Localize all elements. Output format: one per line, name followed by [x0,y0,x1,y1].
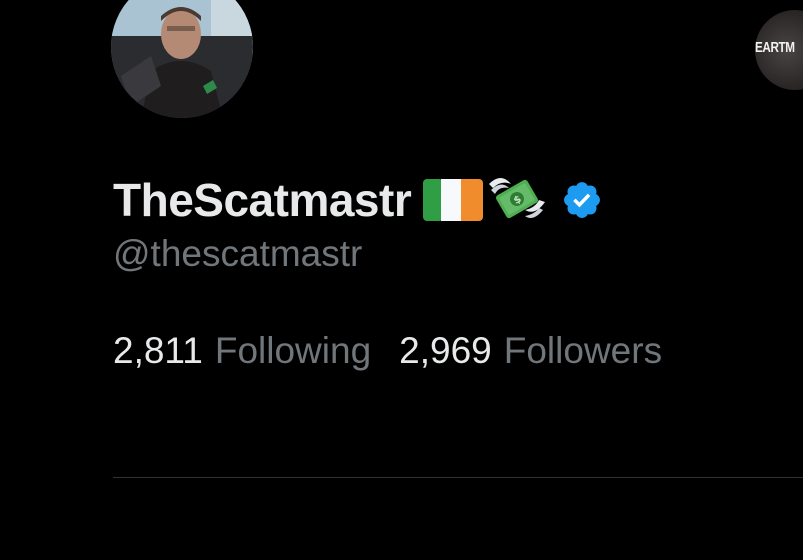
user-handle: @thescatmastr [113,233,363,274]
following-link[interactable]: 2,811 Following [113,330,371,372]
following-count: 2,811 [113,330,203,371]
followers-count: 2,969 [399,330,492,371]
verified-badge-icon[interactable] [561,179,603,226]
display-name: TheScatmastr [113,174,412,226]
section-divider [113,477,803,478]
profile-photo [111,0,253,118]
money-with-wings-icon: $ [487,172,547,231]
side-avatar[interactable]: EARTM [755,10,803,90]
display-name-row: TheScatmastr $ [113,170,603,230]
follow-stats: 2,811 Following 2,969 Followers [113,330,662,372]
following-label: Following [214,330,372,371]
followers-link[interactable]: 2,969 Followers [399,330,662,372]
flag-ireland-icon [423,178,484,226]
side-avatar-text: EARTM [755,39,795,56]
profile-avatar[interactable] [111,0,253,118]
followers-label: Followers [503,330,663,371]
